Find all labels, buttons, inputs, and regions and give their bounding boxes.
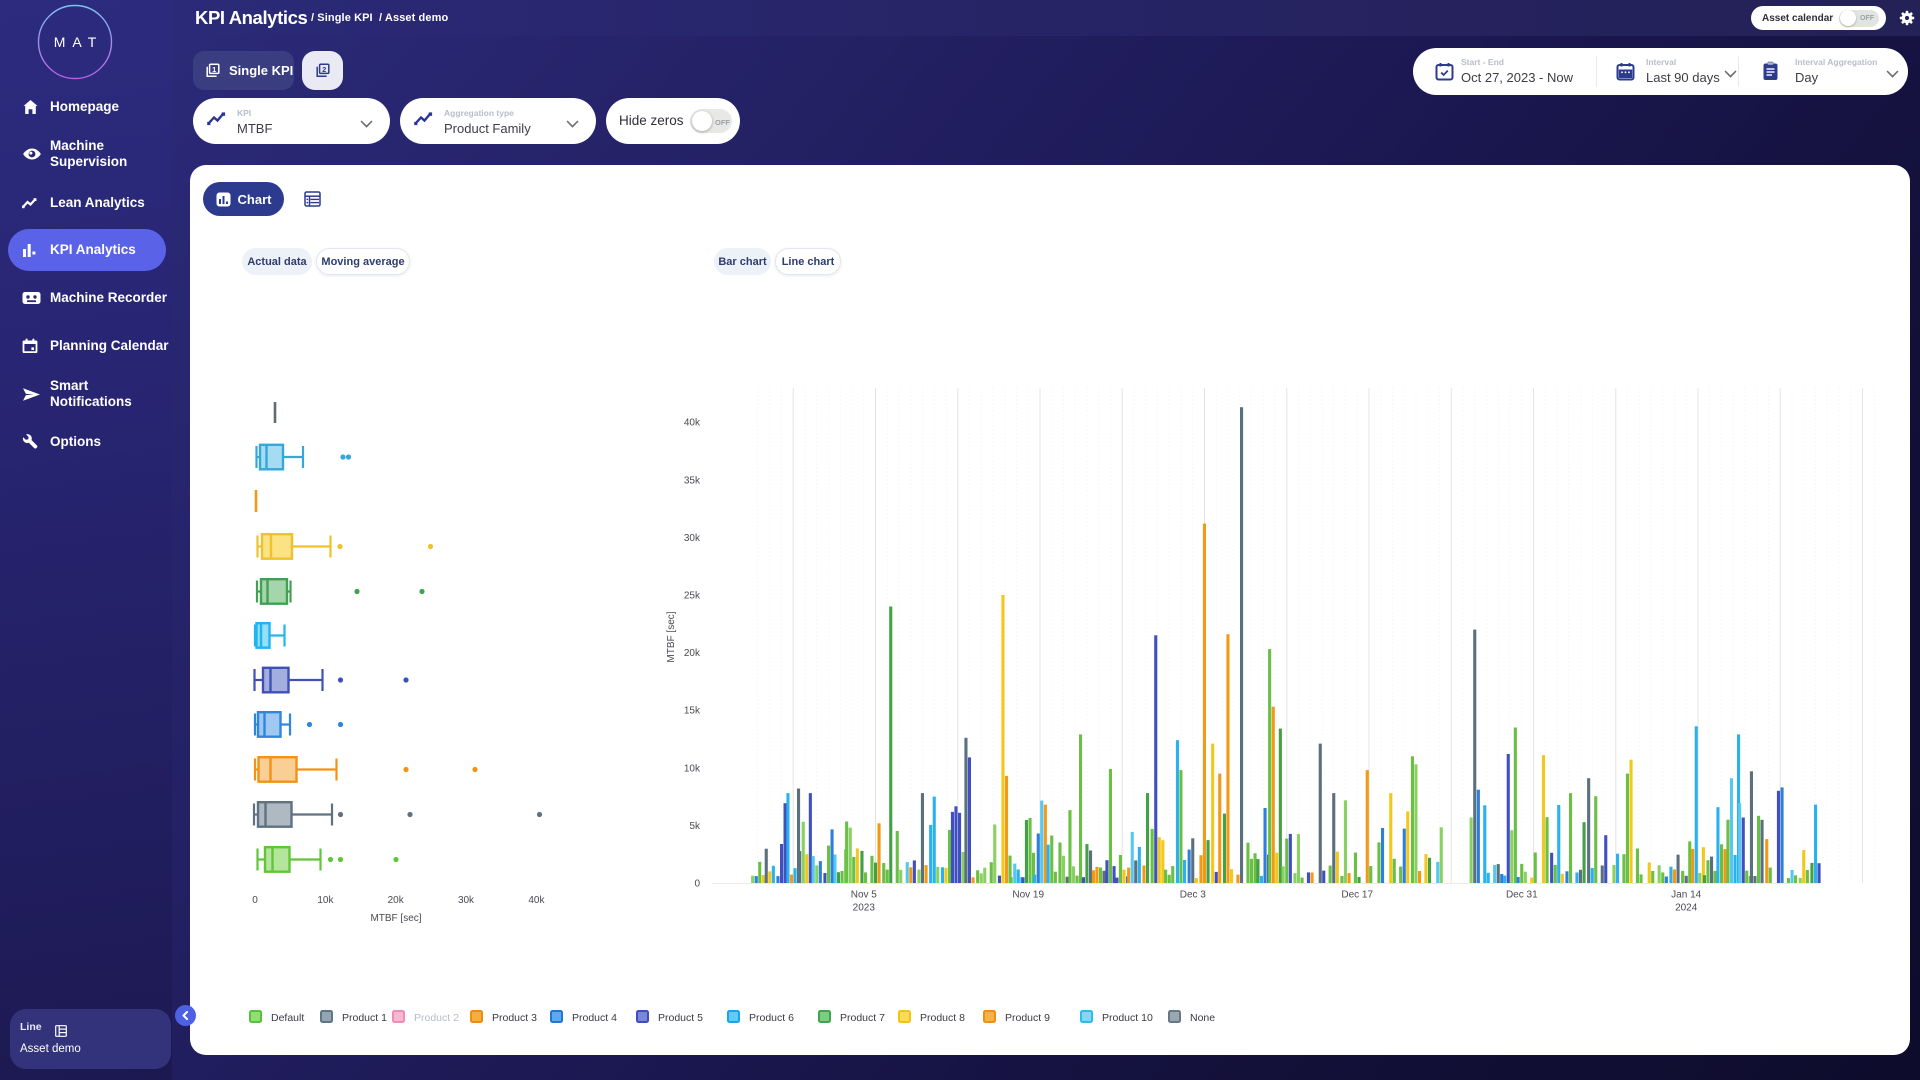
svg-text:Nov 5: Nov 5 [851,890,878,901]
svg-text:Nov 19: Nov 19 [1012,890,1044,901]
svg-text:2024: 2024 [1675,903,1698,914]
svg-text:MTBF [sec]: MTBF [sec] [666,611,677,662]
svg-text:30k: 30k [684,533,701,544]
svg-text:2: 2 [322,65,326,74]
svg-text:Dec 17: Dec 17 [1341,890,1373,901]
svg-text:MTBF [sec]: MTBF [sec] [370,913,421,924]
svg-text:15k: 15k [684,706,701,717]
svg-text:35k: 35k [684,475,701,486]
svg-text:Jan 14: Jan 14 [1671,890,1701,901]
svg-text:20k: 20k [684,648,701,659]
svg-text:20k: 20k [388,895,405,906]
svg-text:10k: 10k [317,895,334,906]
svg-text:10k: 10k [684,763,701,774]
svg-text:0: 0 [252,895,258,906]
svg-text:2023: 2023 [853,903,876,914]
svg-text:Dec 3: Dec 3 [1180,890,1207,901]
svg-text:40k: 40k [684,418,701,429]
svg-text:25k: 25k [684,591,701,602]
svg-text:30k: 30k [458,895,475,906]
svg-text:1: 1 [212,65,216,74]
svg-text:40k: 40k [528,895,545,906]
svg-text:0: 0 [694,879,700,890]
svg-text:5k: 5k [689,821,701,832]
svg-text:Dec 31: Dec 31 [1506,890,1538,901]
